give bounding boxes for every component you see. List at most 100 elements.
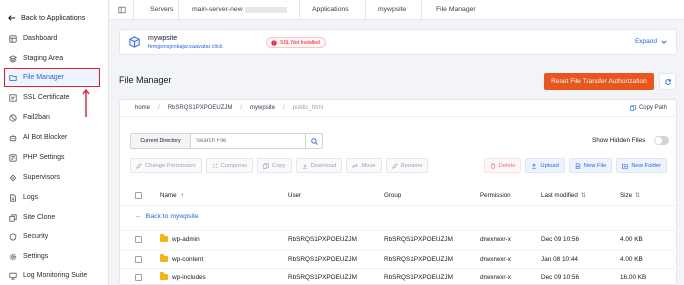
delete-button[interactable]: Delete	[483, 158, 522, 173]
crumb-server[interactable]: main-server-new	[179, 0, 300, 20]
php-icon	[8, 153, 17, 162]
gear-icon	[8, 252, 17, 261]
file-name[interactable]: wp-content	[172, 256, 203, 263]
sidebar-item-label: Security	[23, 233, 49, 240]
sidebar-item-label: Log Monitoring Suite	[23, 272, 88, 279]
move-button[interactable]: Move	[346, 158, 382, 173]
file-user: RbSRQS1PXPOEUZJM	[288, 236, 357, 243]
directory-select[interactable]: Current Directory	[131, 134, 191, 148]
table-row[interactable]: wp-admin RbSRQS1PXPOEUZJM RbSRQS1PXPOEUZ…	[120, 230, 678, 247]
arrow-left-icon: ←	[135, 213, 142, 220]
column-group[interactable]: Group	[384, 192, 401, 199]
redacted-block	[244, 6, 287, 13]
expand-button[interactable]: Expand	[635, 38, 667, 45]
compress-button[interactable]: Compress	[205, 158, 254, 173]
folder-icon	[160, 272, 168, 280]
sidebar-item-label: Supervisors	[23, 174, 60, 181]
sidebar-toggle-icon	[117, 6, 126, 13]
path-segment-home[interactable]: home	[135, 105, 150, 111]
path-separator: /	[158, 105, 160, 111]
page-title: File Manager	[119, 75, 172, 85]
action-label: Change Permission	[145, 162, 196, 169]
crumb-label: Servers	[150, 6, 174, 13]
crumb-label: File Manager	[436, 6, 476, 13]
path-segment-site[interactable]: mywpsite	[250, 105, 275, 111]
crumb-servers[interactable]: Servers	[134, 0, 179, 20]
sidebar-item-php-settings[interactable]: PHP Settings	[8, 150, 99, 165]
sidebar-item-dashboard[interactable]: Dashboard	[8, 31, 99, 46]
column-size[interactable]: Size ⇅	[620, 192, 640, 199]
column-label: Size	[620, 192, 633, 199]
sidebar-item-staging-area[interactable]: Staging Area	[8, 51, 99, 66]
site-url-link[interactable]: femgonsjcnkajw.saavatar.click	[148, 44, 223, 50]
sort-asc-icon: ↑	[180, 192, 184, 199]
crumb-mywpsite[interactable]: mywpsite	[366, 0, 422, 20]
copy-path-button[interactable]: Copy Path	[630, 105, 667, 111]
dashboard-icon	[8, 34, 17, 43]
breadcrumb: Servers main-server-new Applications myw…	[110, 0, 684, 20]
pencil-icon	[391, 162, 398, 169]
cube-icon	[129, 36, 140, 48]
upload-icon	[532, 163, 537, 169]
file-name[interactable]: wp-admin	[172, 236, 200, 243]
action-label: Copy	[272, 162, 286, 169]
show-hidden-label: Show Hidden Files	[592, 137, 646, 144]
sidebar-item-logs[interactable]: Logs	[8, 190, 99, 205]
sidebar-item-security[interactable]: Security	[8, 229, 99, 244]
file-modified: Jan 08 10:44	[541, 256, 578, 263]
refresh-button[interactable]	[659, 73, 676, 90]
file-permission: drwxrwxr-x	[480, 236, 511, 243]
sidebar-item-settings[interactable]: Settings	[8, 249, 99, 264]
change-permission-button[interactable]: Change Permission	[130, 158, 202, 173]
chevron-down-icon	[661, 40, 667, 44]
rename-button[interactable]: Rename	[385, 158, 429, 173]
search-button[interactable]	[305, 134, 322, 148]
copy-button[interactable]: Copy	[257, 158, 292, 173]
sort-icon: ⇅	[580, 192, 586, 199]
column-permission[interactable]: Permission	[480, 192, 511, 199]
upload-button[interactable]: Upload	[525, 158, 565, 173]
sidebar-item-log-monitoring-suite[interactable]: Log Monitoring Suite	[8, 268, 99, 283]
action-toolbar-left: Change Permission Compress Copy Download…	[130, 158, 429, 173]
table-row[interactable]: wp-includes RbSRQS1PXPOEUZJM RbSRQS1PXPO…	[120, 268, 678, 285]
search-input[interactable]	[191, 134, 305, 148]
action-label: Move	[361, 162, 376, 169]
column-name[interactable]: Name ↑	[160, 192, 184, 199]
ssl-status-badge: SSL Not Installed	[266, 37, 326, 48]
select-all-checkbox[interactable]	[135, 192, 142, 199]
column-last-modified[interactable]: Last modified ⇅	[541, 192, 586, 199]
action-label: New File	[583, 162, 607, 169]
bot-icon	[8, 133, 17, 142]
sidebar-item-supervisors[interactable]: Supervisors	[8, 170, 99, 185]
table-row[interactable]: wp-content RbSRQS1PXPOEUZJM RbSRQS1PXPOE…	[120, 250, 678, 267]
folder-plus-icon	[622, 163, 629, 169]
new-folder-button[interactable]: New Folder	[616, 158, 667, 173]
back-to-applications-link[interactable]: Back to Applications	[8, 13, 85, 22]
show-hidden-toggle[interactable]	[654, 136, 669, 145]
pencil-icon	[136, 162, 142, 169]
compress-icon	[212, 163, 218, 168]
path-segment-user[interactable]: RbSRQS1PXPOEUZJM	[168, 105, 233, 111]
back-to-site-link[interactable]: ← Back to mywpsite	[135, 213, 199, 220]
crumb-applications[interactable]: Applications	[300, 0, 366, 20]
download-button[interactable]: Download	[295, 158, 343, 173]
file-permission: drwxrwxr-x	[480, 274, 511, 281]
sidebar-toggle[interactable]	[110, 0, 134, 20]
reset-file-transfer-button[interactable]: Reset File Transfer Authorization	[544, 73, 654, 90]
sidebar-item-label: AI Bot Blocker	[23, 134, 68, 141]
column-user[interactable]: User	[288, 192, 301, 199]
file-name[interactable]: wp-includes	[172, 274, 206, 281]
highlight-box	[4, 68, 100, 87]
row-checkbox[interactable]	[135, 256, 142, 263]
new-file-button[interactable]: New File	[568, 158, 613, 173]
main-content: Servers main-server-new Applications myw…	[110, 0, 684, 285]
row-checkbox[interactable]	[135, 274, 142, 281]
sidebar-item-ai-bot-blocker[interactable]: AI Bot Blocker	[8, 130, 99, 145]
copy-icon	[630, 105, 636, 111]
file-group: RbSRQS1PXPOEUZJM	[384, 256, 453, 263]
file-modified: Dec 09 10:56	[541, 236, 580, 243]
sort-icon: ⇅	[635, 192, 641, 199]
row-checkbox[interactable]	[135, 236, 142, 243]
sidebar-item-site-clone[interactable]: Site Clone	[8, 210, 99, 225]
file-manager-panel: home / RbSRQS1PXPOEUZJM / mywpsite / pub…	[119, 99, 678, 285]
